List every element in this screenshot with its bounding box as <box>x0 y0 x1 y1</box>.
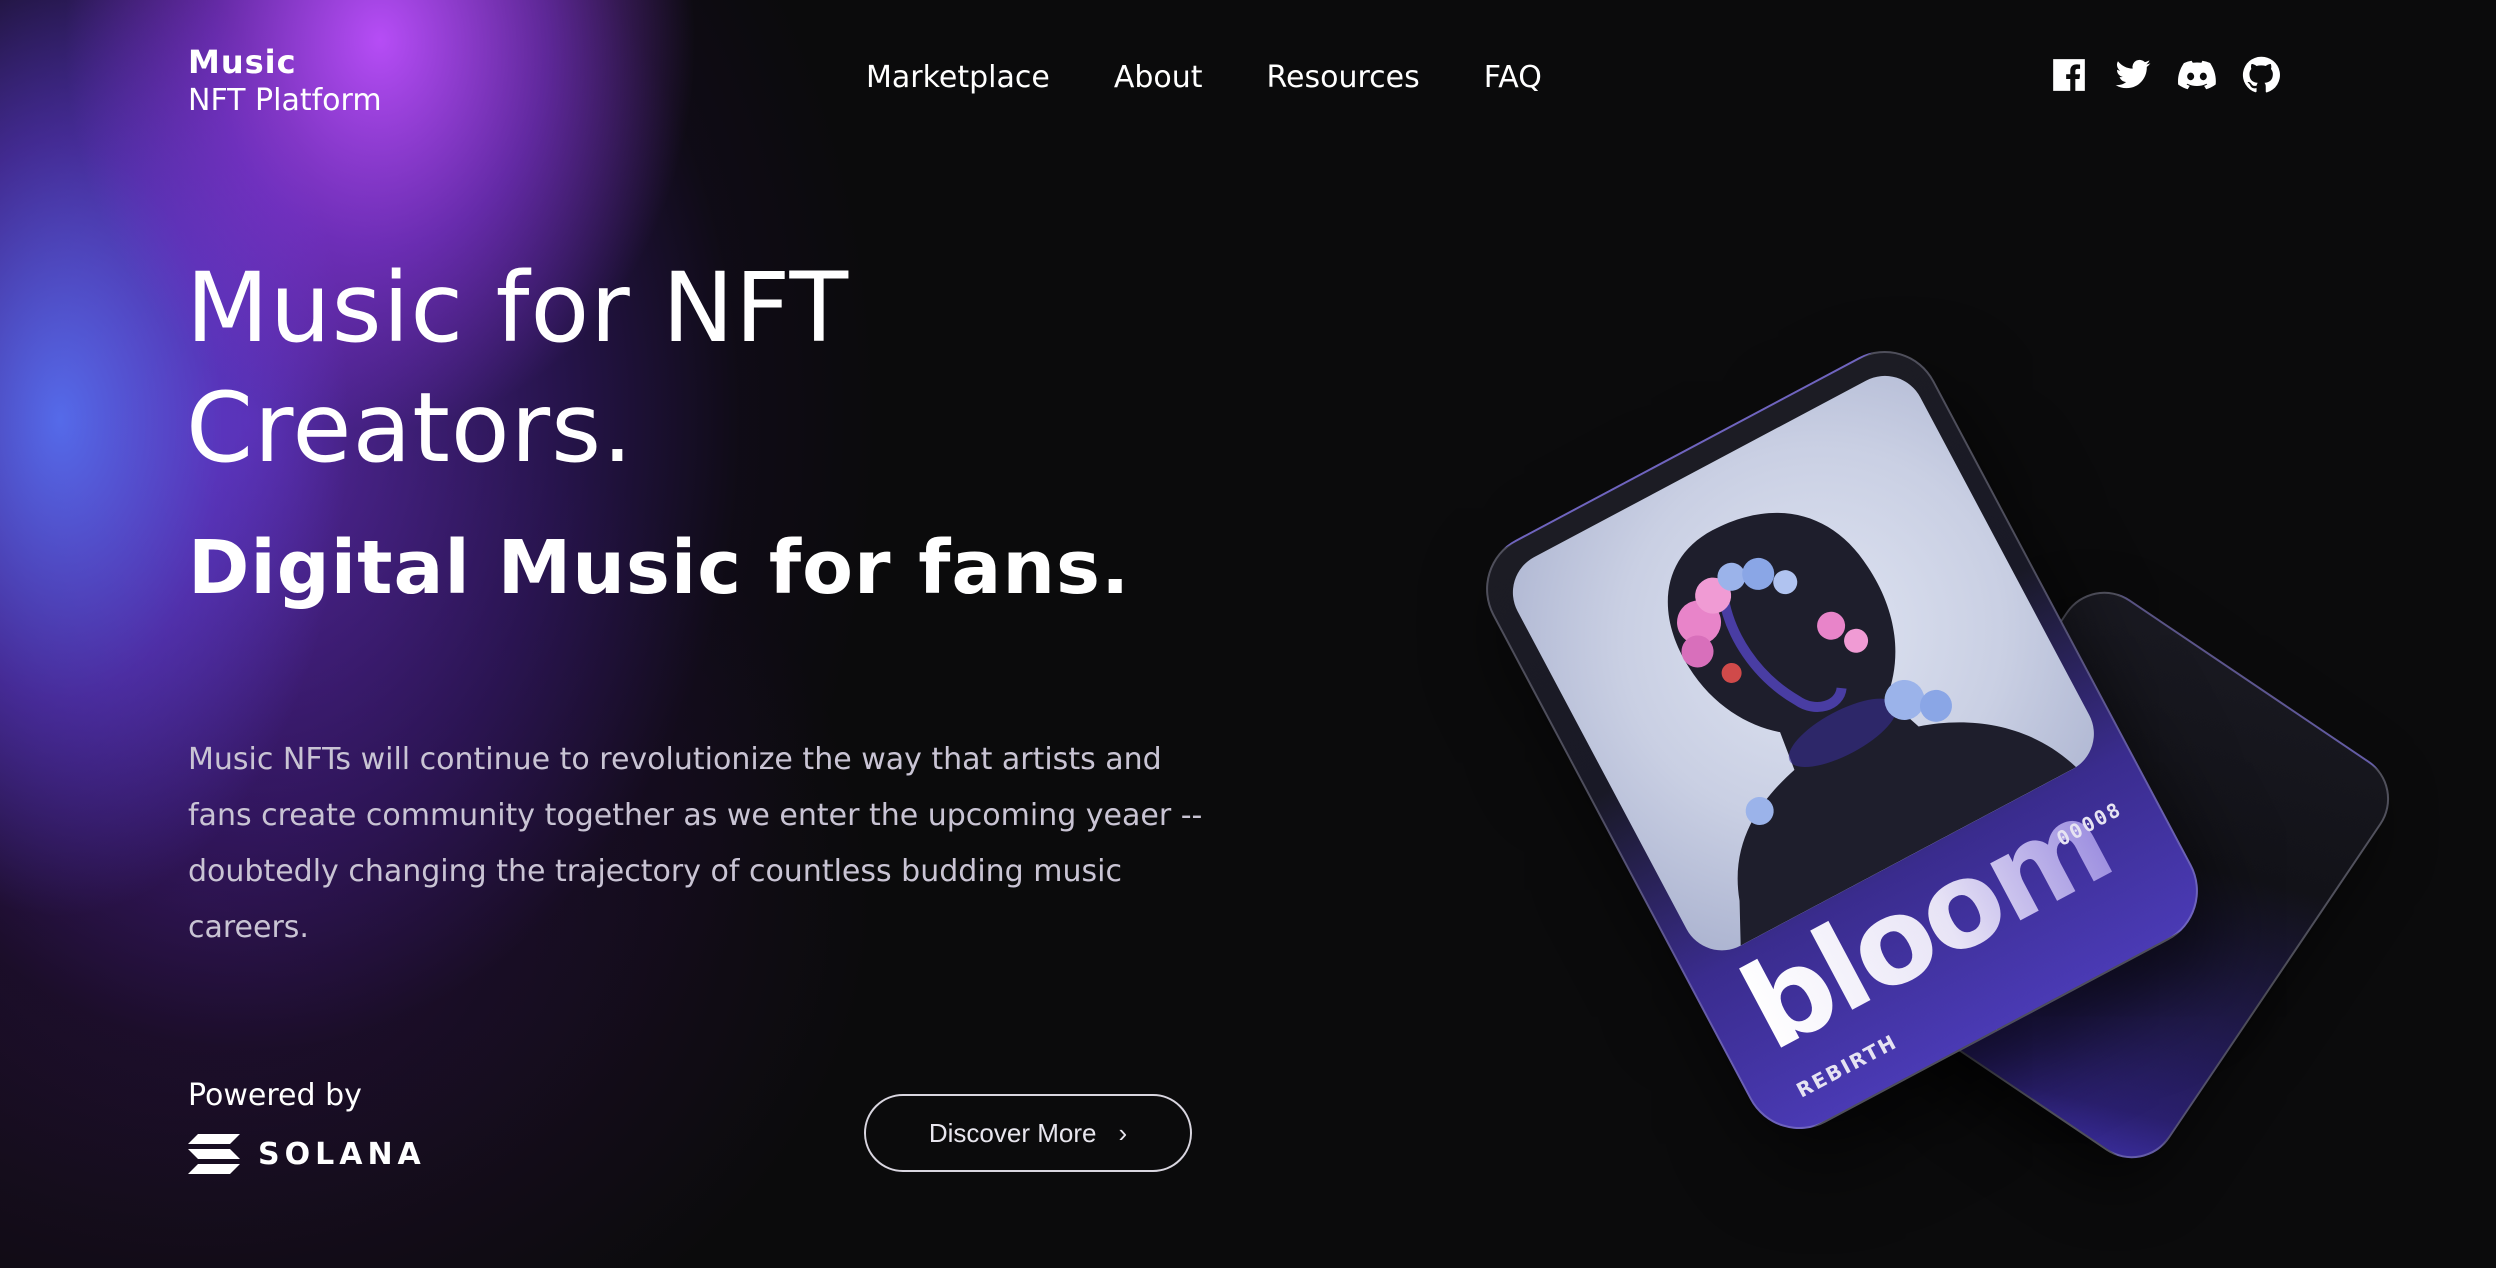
chevron-right-icon: › <box>1118 1117 1128 1148</box>
discover-more-label: Discover More <box>928 1117 1097 1148</box>
hero-title: Music for NFT Creators. <box>186 248 1086 488</box>
hero-title-line2: Creators. <box>186 372 634 484</box>
discord-icon[interactable] <box>2178 56 2216 94</box>
hero-title-line1: Music for NFT <box>186 252 850 364</box>
social-links <box>2050 56 2280 94</box>
brand-name: Music <box>188 43 297 81</box>
nav-marketplace[interactable]: Marketplace <box>866 58 1050 98</box>
nav-resources[interactable]: Resources <box>1267 58 1420 98</box>
solana-mark-icon <box>188 1134 240 1174</box>
description-line-2: fans create community together as we ent… <box>188 798 1203 833</box>
description-line-3: doubtedly changing the trajectory of cou… <box>188 854 1122 889</box>
hero-subtitle: Digital Music for fans. <box>188 525 1131 611</box>
solana-logo[interactable]: SOLANA <box>188 1134 426 1174</box>
facebook-icon[interactable] <box>2050 56 2088 94</box>
powered-by-label: Powered by <box>188 1078 362 1113</box>
twitter-icon[interactable] <box>2114 56 2152 94</box>
main-nav: Marketplace About Resources FAQ <box>866 58 1542 98</box>
nav-faq[interactable]: FAQ <box>1484 58 1542 98</box>
discover-more-button[interactable]: Discover More › <box>864 1094 1192 1172</box>
description-line-4: careers. <box>188 910 309 945</box>
brand-tagline: NFT Platform <box>188 83 382 118</box>
brand-logo[interactable]: Music NFT Platform <box>188 42 382 120</box>
solana-wordmark: SOLANA <box>258 1136 426 1172</box>
nav-about[interactable]: About <box>1114 58 1203 98</box>
hero-description: Music NFTs will continue to revolutioniz… <box>188 732 1248 956</box>
landing-page: Music NFT Platform Marketplace About Res… <box>0 0 2496 1268</box>
description-line-1: Music NFTs will continue to revolutioniz… <box>188 742 1162 777</box>
github-icon[interactable] <box>2242 56 2280 94</box>
